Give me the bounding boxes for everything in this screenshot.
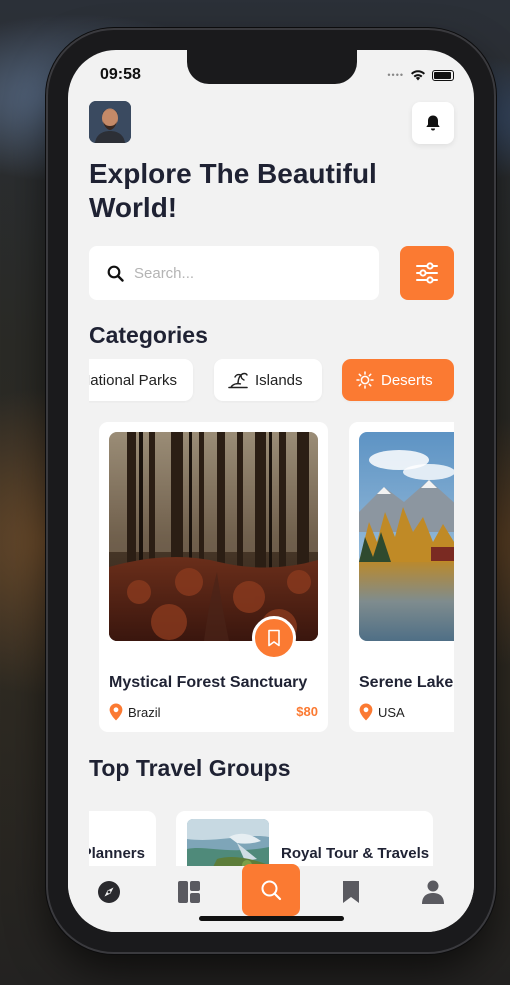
notch (187, 50, 357, 84)
bookmark-icon (343, 881, 359, 903)
travel-group-list: Planners Royal Tour & Travels (89, 811, 454, 871)
category-label: National Parks (89, 371, 177, 389)
user-icon (422, 880, 444, 904)
battery-icon (432, 69, 454, 81)
destination-location: Brazil (109, 703, 161, 721)
categories-title: Categories (89, 322, 208, 348)
bell-icon (426, 115, 440, 131)
avatar[interactable] (89, 101, 131, 143)
bookmark-icon (268, 629, 280, 647)
travel-group-name: Royal Tour & Travels (281, 844, 430, 862)
destination-card[interactable]: Serene Lake USA (349, 422, 454, 732)
island-icon (228, 372, 248, 389)
destination-image-forest (109, 432, 318, 641)
location-pin-icon (359, 703, 373, 721)
destination-title: Mystical Forest Sanctuary (109, 674, 308, 691)
wifi-icon (411, 70, 425, 81)
tab-profile[interactable] (404, 866, 462, 918)
destination-list: Mystical Forest Sanctuary Brazil $80 Ser… (99, 422, 454, 734)
category-islands[interactable]: Islands (214, 359, 322, 401)
location-name: Brazil (128, 704, 161, 720)
status-time: 09:58 (100, 66, 141, 83)
destination-location: USA (359, 703, 405, 721)
travel-group-card[interactable]: Royal Tour & Travels (176, 811, 433, 871)
dashboard-icon (178, 881, 200, 903)
category-list: National Parks Islands Deserts (89, 359, 454, 403)
search-icon (261, 880, 282, 901)
search-input[interactable] (134, 264, 354, 282)
page-title: Explore The Beautiful World! (89, 158, 377, 223)
category-deserts[interactable]: Deserts (342, 359, 454, 401)
home-indicator (199, 916, 344, 921)
category-label: Deserts (381, 371, 433, 389)
bookmark-button[interactable] (252, 616, 296, 660)
sun-icon (356, 371, 374, 389)
destination-price: $80 (296, 704, 318, 719)
category-label: Islands (255, 371, 303, 389)
tab-explore[interactable] (80, 866, 138, 918)
search-bar[interactable] (89, 246, 379, 300)
filter-button[interactable] (400, 246, 454, 300)
destination-title: Serene Lake (359, 674, 454, 691)
avatar-image (89, 101, 131, 143)
compass-icon (98, 881, 120, 903)
location-name: USA (378, 704, 405, 720)
search-icon (107, 265, 124, 282)
notifications-button[interactable] (412, 102, 454, 144)
destination-card[interactable]: Mystical Forest Sanctuary Brazil $80 (99, 422, 328, 732)
travel-group-card[interactable]: Planners (89, 811, 156, 871)
tab-search[interactable] (242, 864, 300, 916)
location-pin-icon (109, 703, 123, 721)
signal-icon: •••• (387, 70, 404, 80)
destination-image-lake (359, 432, 454, 641)
tab-saved[interactable] (322, 866, 380, 918)
phone-frame: 09:58 •••• Explore The Beautiful World! … (48, 30, 494, 952)
groups-title: Top Travel Groups (89, 755, 291, 781)
status-icons: •••• (387, 69, 454, 81)
tab-bar (68, 864, 474, 932)
sliders-icon (416, 262, 438, 284)
category-national-parks[interactable]: National Parks (89, 359, 193, 401)
travel-group-name: Planners (89, 844, 145, 862)
app-screen: 09:58 •••• Explore The Beautiful World! … (68, 50, 474, 932)
tab-dashboard[interactable] (160, 866, 218, 918)
